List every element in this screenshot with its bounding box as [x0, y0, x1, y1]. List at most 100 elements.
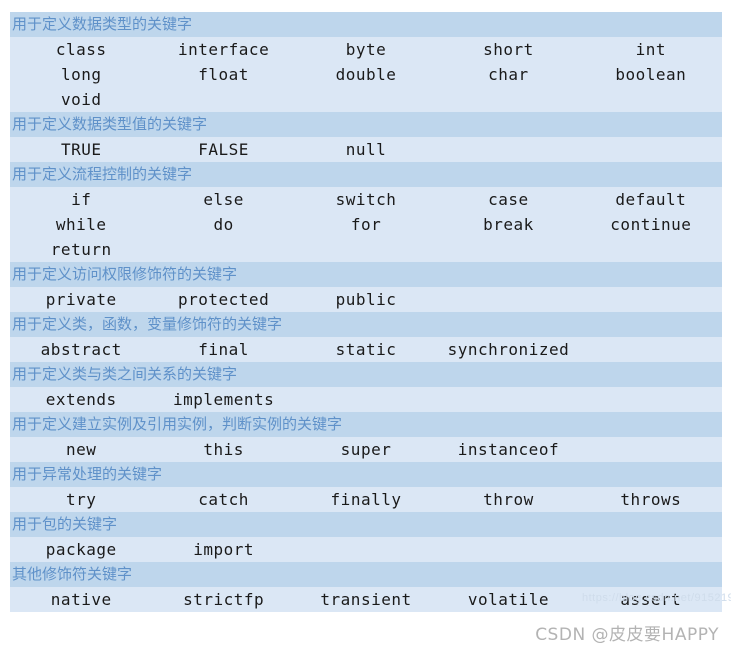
keyword-row: new this super instanceof [10, 437, 722, 462]
keyword-cell: float [198, 65, 249, 84]
keyword-cell-empty [580, 537, 722, 562]
keyword-row: class interface byte short int [10, 37, 722, 62]
keyword-cell-empty [295, 87, 437, 112]
keyword-row: private protected public [10, 287, 722, 312]
keyword-cell: if [71, 190, 92, 209]
keyword-group-header: 用于定义数据类型的关键字 [10, 12, 722, 37]
csdn-watermark: CSDN @皮皮要HAPPY [535, 625, 719, 645]
page-root: 用于定义数据类型的关键字 class interface byte short int lo… [0, 0, 731, 647]
keyword-cell: break [483, 215, 534, 234]
keyword-cell: final [198, 340, 249, 359]
keyword-cell: package [45, 540, 117, 559]
keyword-cell: protected [178, 290, 270, 309]
keyword-row: if else switch case default [10, 187, 722, 212]
java-keyword-table: 用于定义数据类型的关键字 class interface byte short int lo… [10, 12, 722, 612]
keyword-cell-empty [580, 237, 722, 262]
keyword-cell: new [66, 440, 97, 459]
keyword-cell: this [203, 440, 244, 459]
keyword-row: native strictfp transient volatile assert [10, 587, 722, 612]
keyword-row: TRUE FALSE null [10, 137, 722, 162]
keyword-cell: continue [610, 215, 692, 234]
keyword-cell: interface [178, 40, 270, 59]
keyword-cell-empty [152, 237, 294, 262]
keyword-group: 用于异常处理的关键字 try catch finally throw throws [10, 462, 722, 512]
keyword-cell-empty [295, 387, 437, 412]
keyword-group: 用于定义数据类型值的关键字 TRUE FALSE null [10, 112, 722, 162]
keyword-cell-empty [295, 537, 437, 562]
keyword-group-header: 用于定义类与类之间关系的关键字 [10, 362, 722, 387]
keyword-cell: public [335, 290, 397, 309]
keyword-cell: return [50, 240, 112, 259]
keyword-row: package import [10, 537, 722, 562]
keyword-cell: else [203, 190, 244, 209]
keyword-group: 用于定义建立实例及引用实例，判断实例的关键字 new this super instan… [10, 412, 722, 462]
keyword-cell: synchronized [447, 340, 570, 359]
keyword-cell-empty [580, 137, 722, 162]
keyword-cell: switch [335, 190, 397, 209]
keyword-group-header: 用于异常处理的关键字 [10, 462, 722, 487]
keyword-cell-empty [437, 237, 579, 262]
keyword-cell: TRUE [60, 140, 102, 159]
keyword-row: try catch finally throw throws [10, 487, 722, 512]
keyword-group-header: 用于定义建立实例及引用实例，判断实例的关键字 [10, 412, 722, 437]
keyword-cell: private [45, 290, 117, 309]
keyword-cell-empty [437, 137, 579, 162]
keyword-group: 用于定义流程控制的关键字 if else switch case default while… [10, 162, 722, 262]
keyword-row: abstract final static synchronized [10, 337, 722, 362]
keyword-cell: transient [320, 590, 412, 609]
keyword-group: 用于定义访问权限修饰符的关键字 private protected public [10, 262, 722, 312]
keyword-group: 用于定义类，函数，变量修饰符的关键字 abstract final static syn… [10, 312, 722, 362]
keyword-row: void [10, 87, 722, 112]
keyword-cell: super [340, 440, 392, 459]
keyword-cell-empty [437, 387, 579, 412]
keyword-cell: volatile [467, 590, 549, 609]
keyword-cell: catch [198, 490, 249, 509]
keyword-cell: case [488, 190, 529, 209]
keyword-group: 其他修饰符关键字 native strictfp transient volatile a… [10, 562, 722, 612]
keyword-cell: double [335, 65, 397, 84]
keyword-group-header: 用于定义数据类型值的关键字 [10, 112, 722, 137]
keyword-cell: while [55, 215, 107, 234]
keyword-cell: boolean [615, 65, 687, 84]
keyword-cell-empty [437, 287, 579, 312]
keyword-cell: FALSE [198, 140, 249, 159]
keyword-cell-empty [580, 87, 722, 112]
keyword-group: 用于定义类与类之间关系的关键字 extends implements [10, 362, 722, 412]
keyword-cell: default [615, 190, 687, 209]
keyword-cell: throws [620, 490, 682, 509]
keyword-cell-empty [152, 87, 294, 112]
keyword-group-header: 用于包的关键字 [10, 512, 722, 537]
keyword-cell: strictfp [183, 590, 265, 609]
keyword-cell: implements [172, 390, 275, 409]
keyword-cell: throw [483, 490, 534, 509]
keyword-cell: static [335, 340, 397, 359]
keyword-cell: int [635, 40, 667, 59]
keyword-cell: finally [330, 490, 402, 509]
keyword-row: while do for break continue [10, 212, 722, 237]
keyword-group-header: 用于定义访问权限修饰符的关键字 [10, 262, 722, 287]
keyword-group-header: 用于定义类，函数，变量修饰符的关键字 [10, 312, 722, 337]
keyword-cell: void [60, 90, 102, 109]
keyword-group: 用于包的关键字 package import [10, 512, 722, 562]
keyword-cell-empty [295, 237, 437, 262]
keyword-cell-empty [580, 387, 722, 412]
keyword-cell: long [60, 65, 102, 84]
keyword-cell: for [350, 215, 382, 234]
keyword-cell: try [66, 490, 97, 509]
keyword-cell: assert [620, 590, 682, 609]
keyword-cell: instanceof [457, 440, 560, 459]
keyword-cell: byte [345, 40, 387, 59]
keyword-cell: char [488, 65, 529, 84]
keyword-cell-empty [580, 337, 722, 362]
keyword-group-header: 其他修饰符关键字 [10, 562, 722, 587]
keyword-cell: null [345, 140, 387, 159]
keyword-cell-empty [580, 437, 722, 462]
keyword-cell: class [55, 40, 107, 59]
keyword-row: extends implements [10, 387, 722, 412]
keyword-cell: import [193, 540, 254, 559]
keyword-group-header: 用于定义流程控制的关键字 [10, 162, 722, 187]
keyword-row: return [10, 237, 722, 262]
keyword-cell: extends [45, 390, 117, 409]
keyword-cell-empty [437, 87, 579, 112]
keyword-group: 用于定义数据类型的关键字 class interface byte short int lo… [10, 12, 722, 112]
